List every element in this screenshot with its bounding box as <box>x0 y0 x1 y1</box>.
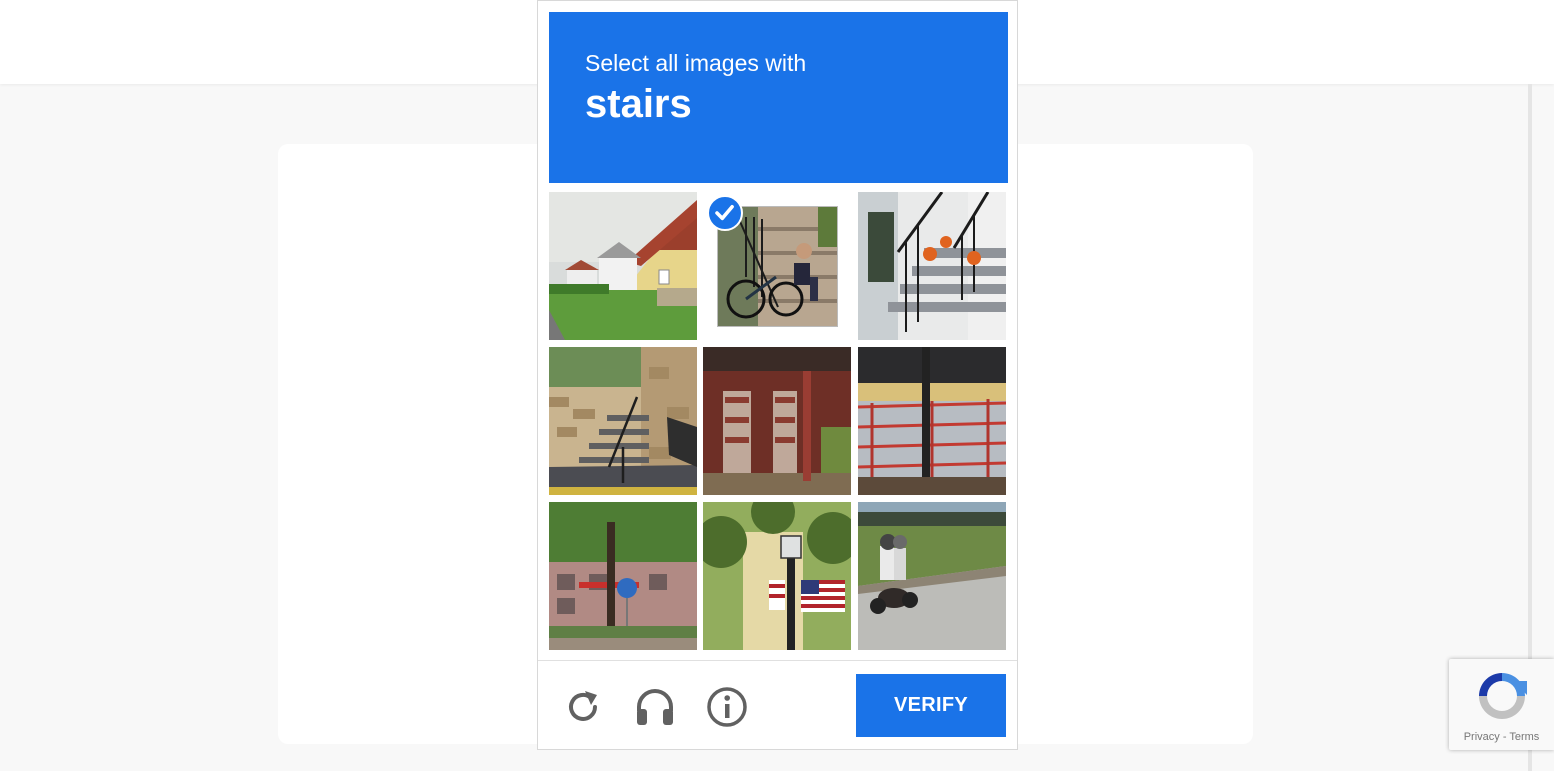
captcha-tile-9[interactable] <box>858 502 1006 650</box>
link-separator: - <box>1499 731 1510 743</box>
info-icon <box>707 687 747 727</box>
captcha-tile-6[interactable] <box>858 347 1006 495</box>
instruction-target: stairs <box>585 82 692 126</box>
audio-challenge-button[interactable] <box>633 685 677 729</box>
privacy-link[interactable]: Privacy <box>1464 731 1500 743</box>
captcha-footer-divider <box>538 660 1017 661</box>
reload-button[interactable] <box>561 685 605 729</box>
instruction-text: Select all images with <box>585 50 807 76</box>
captcha-tile-3[interactable] <box>858 192 1006 340</box>
info-button[interactable] <box>705 685 749 729</box>
captcha-challenge: Select all images with stairs VERIFY <box>537 0 1018 750</box>
selected-check-icon <box>707 195 743 231</box>
reload-icon <box>569 691 597 721</box>
recaptcha-badge: Privacy - Terms <box>1449 659 1554 750</box>
captcha-tile-1[interactable] <box>549 192 697 340</box>
terms-link[interactable]: Terms <box>1509 731 1539 743</box>
captcha-tile-5[interactable] <box>703 347 851 495</box>
verify-button[interactable]: VERIFY <box>856 674 1006 737</box>
captcha-tile-7[interactable] <box>549 502 697 650</box>
headphones-icon <box>637 689 673 725</box>
recaptcha-logo-icon <box>1479 673 1527 719</box>
captcha-tile-4[interactable] <box>549 347 697 495</box>
captcha-tile-8[interactable] <box>703 502 851 650</box>
captcha-instructions: Select all images with stairs <box>549 12 1008 183</box>
recaptcha-links: Privacy - Terms <box>1449 731 1554 743</box>
